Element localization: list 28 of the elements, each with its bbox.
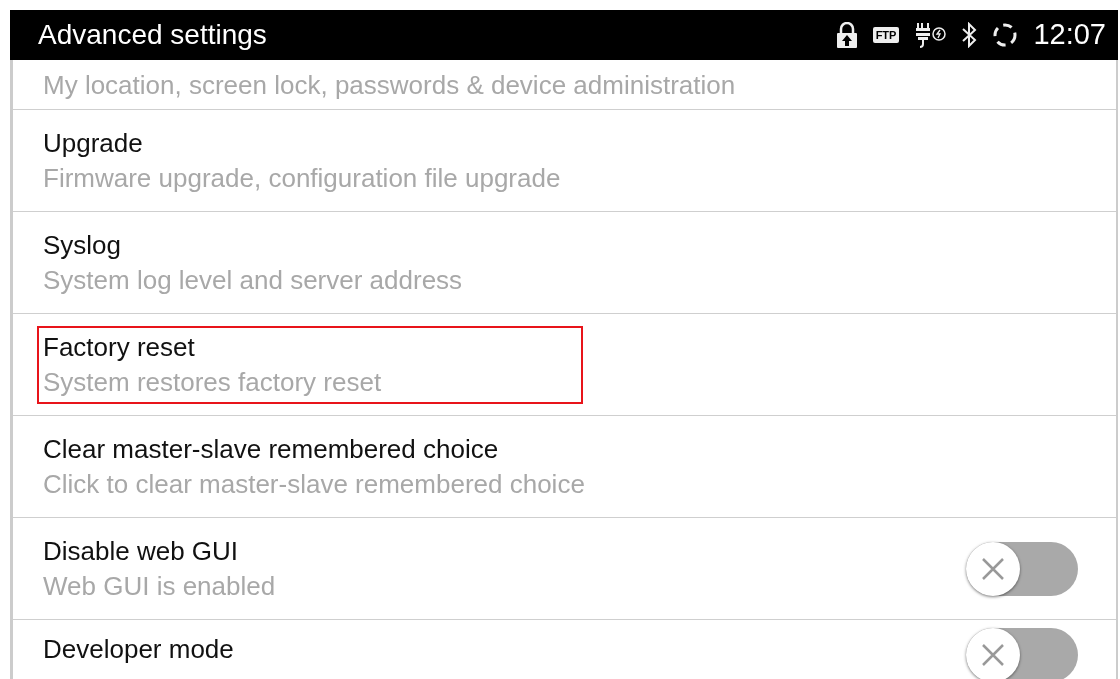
settings-row[interactable]: Syslog System log level and server address xyxy=(13,212,1116,314)
settings-row[interactable]: Disable web GUI Web GUI is enabled xyxy=(13,518,1116,620)
setting-summary: System log level and server address xyxy=(43,263,463,297)
settings-row[interactable]: Upgrade Firmware upgrade, configuration file upgrade xyxy=(13,110,1116,212)
setting-title: Upgrade xyxy=(43,126,144,160)
ftp-icon: FTP xyxy=(872,27,900,43)
setting-summary: System restores factory reset xyxy=(43,365,382,399)
plug-icon xyxy=(913,21,948,49)
lock-icon xyxy=(834,22,859,48)
bluetooth-icon xyxy=(961,22,978,48)
setting-title: Syslog xyxy=(43,228,123,262)
settings-row[interactable]: Clear master-slave remembered choice Click to clear master-slave remembered choice xyxy=(13,416,1116,518)
setting-title: Developer mode xyxy=(43,633,234,666)
clock-time: 12:07 xyxy=(1033,17,1106,53)
setting-summary: My location, screen lock, passwords & device administration xyxy=(43,68,736,102)
setting-title: Disable web GUI xyxy=(43,534,240,568)
screen-title: Advanced settings xyxy=(38,18,267,52)
setting-title: Factory reset xyxy=(43,330,196,364)
toggle-switch[interactable] xyxy=(966,541,1078,596)
setting-summary: Firmware upgrade, configuration file upgrade xyxy=(43,161,561,195)
setting-summary: Web GUI is enabled xyxy=(43,569,276,603)
settings-row[interactable]: Developer mode xyxy=(13,620,1116,679)
close-icon xyxy=(980,555,1006,582)
setting-summary: Click to clear master-slave remembered choice xyxy=(43,467,585,501)
setting-title: Clear master-slave remembered choice xyxy=(43,432,500,466)
close-icon xyxy=(980,642,1006,668)
settings-row[interactable]: Factory reset System restores factory reset xyxy=(13,314,1116,416)
toggle-switch[interactable] xyxy=(966,628,1078,679)
